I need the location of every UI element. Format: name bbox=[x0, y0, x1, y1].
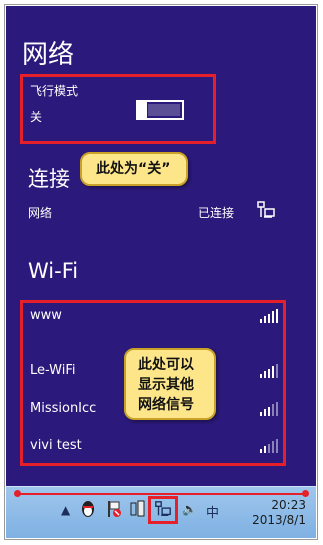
flag-alert-icon[interactable] bbox=[106, 500, 122, 517]
qq-penguin-icon[interactable] bbox=[80, 500, 96, 517]
wifi-signal-icon bbox=[260, 401, 278, 420]
network-flyout: 网络 飞行模式 关 连接 此处为“关” 网络 已连接 Wi-Fi www Le-… bbox=[6, 6, 316, 486]
ime-indicator[interactable]: 中 bbox=[206, 502, 219, 521]
annotation-dot-left bbox=[14, 490, 21, 497]
wifi-network-name: Le-WiFi bbox=[30, 363, 76, 378]
connection-network-row[interactable]: 网络 已连接 bbox=[28, 200, 278, 224]
airplane-mode-toggle[interactable] bbox=[136, 100, 184, 120]
wifi-network-name: www bbox=[30, 308, 62, 323]
wifi-network-name: vivi test bbox=[30, 438, 82, 453]
wifi-signal-icon bbox=[260, 438, 278, 457]
connection-status: 已连接 bbox=[198, 206, 235, 220]
wifi-network-row[interactable]: vivi test bbox=[30, 436, 280, 458]
clock-time: 20:23 bbox=[271, 498, 306, 512]
page-title: 网络 bbox=[22, 40, 75, 70]
annotation-dot-right bbox=[302, 490, 309, 497]
device-battery-icon[interactable] bbox=[130, 500, 146, 517]
network-tray-icon[interactable] bbox=[154, 500, 172, 516]
annotation-line bbox=[18, 493, 308, 495]
wifi-heading: Wi-Fi bbox=[28, 259, 79, 283]
airplane-mode-label: 飞行模式 bbox=[30, 84, 79, 98]
wifi-network-name: MissionIcc bbox=[30, 401, 97, 416]
connections-heading: 连接 bbox=[28, 167, 70, 191]
wifi-signal-icon bbox=[260, 363, 278, 382]
clock-date: 2013/8/1 bbox=[252, 513, 306, 527]
wired-network-icon bbox=[256, 200, 276, 224]
toggle-track bbox=[148, 104, 180, 116]
connection-network-name: 网络 bbox=[28, 206, 53, 220]
wifi-signal-icon bbox=[260, 308, 278, 327]
wifi-network-row[interactable]: www bbox=[30, 306, 280, 328]
callout-off: 此处为“关” bbox=[80, 152, 188, 186]
volume-icon[interactable]: 🔈 bbox=[182, 502, 197, 518]
show-hidden-icons-chevron-icon[interactable]: ▲ bbox=[61, 503, 70, 519]
callout-other-networks: 此处可以显示其他网络信号 bbox=[124, 348, 216, 420]
airplane-mode-state: 关 bbox=[30, 110, 43, 124]
clock[interactable]: 20:23 2013/8/1 bbox=[252, 498, 306, 528]
toggle-knob bbox=[138, 102, 147, 118]
